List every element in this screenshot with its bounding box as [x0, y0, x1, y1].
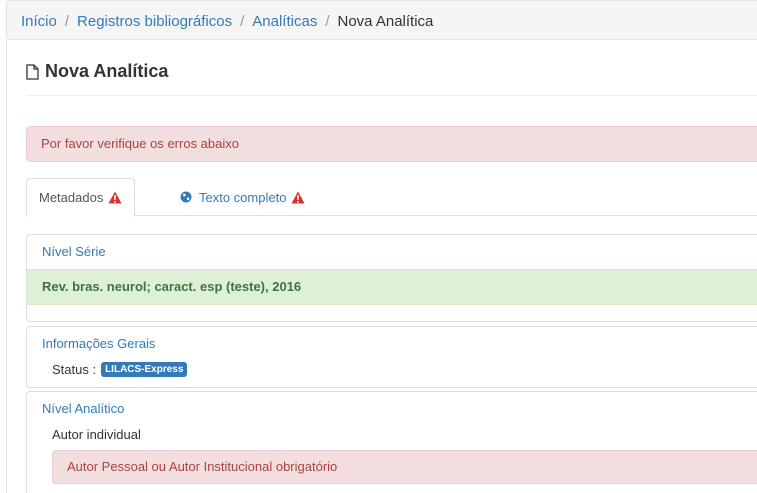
autor-individual-label: Autor individual	[52, 427, 141, 442]
status-label: Status :	[52, 362, 97, 377]
nivel-serie-panel: Nível Série Rev. bras. neurol; caract. e…	[26, 234, 757, 322]
warning-icon	[108, 191, 122, 204]
header-divider	[26, 95, 757, 96]
tab-metadados[interactable]: Metadados	[26, 178, 136, 217]
autor-error-message: Autor Pessoal ou Autor Institucional obr…	[52, 450, 757, 484]
tab-bar: Metadados Texto completo	[26, 178, 757, 217]
breadcrumb-registros-link[interactable]: Registros bibliográficos	[77, 13, 232, 30]
status-row: Status : LILACS-Express	[52, 362, 188, 377]
informacoes-gerais-panel: Informações Gerais Status : LILACS-Expre…	[26, 326, 757, 388]
breadcrumb-separator: /	[325, 13, 330, 30]
warning-icon	[291, 191, 305, 204]
informacoes-gerais-title: Informações Gerais	[42, 336, 156, 351]
breadcrumb-separator: /	[64, 13, 70, 30]
file-icon	[26, 63, 39, 80]
nivel-serie-title: Nível Série	[42, 244, 106, 259]
breadcrumb-current: Nova Analítica	[337, 13, 434, 30]
breadcrumb: Início / Registros bibliográficos / Analític…	[6, 0, 757, 40]
nivel-analitico-title: Nível Analítico	[42, 401, 125, 416]
breadcrumb-inicio-link[interactable]: Início	[21, 13, 57, 30]
breadcrumb-analiticas-link[interactable]: Analíticas	[252, 13, 317, 30]
page-title-text: Nova Analítica	[45, 61, 169, 81]
breadcrumb-separator: /	[240, 13, 245, 30]
status-badge: LILACS-Express	[101, 362, 188, 377]
tab-texto-completo-label: Texto completo	[199, 189, 287, 205]
globe-icon	[180, 191, 192, 203]
tab-metadados-label: Metadados	[39, 190, 104, 205]
page-title: Nova Analítica	[26, 61, 168, 82]
form-error-alert: Por favor verifique os erros abaixo	[26, 126, 757, 162]
nivel-analitico-panel: Nível Analítico Autor individual Autor P…	[26, 391, 757, 493]
tab-texto-completo[interactable]: Texto completo	[168, 178, 317, 216]
nivel-serie-value: Rev. bras. neurol; caract. esp (teste), …	[27, 269, 757, 305]
form-error-message: Por favor verifique os erros abaixo	[41, 136, 239, 151]
